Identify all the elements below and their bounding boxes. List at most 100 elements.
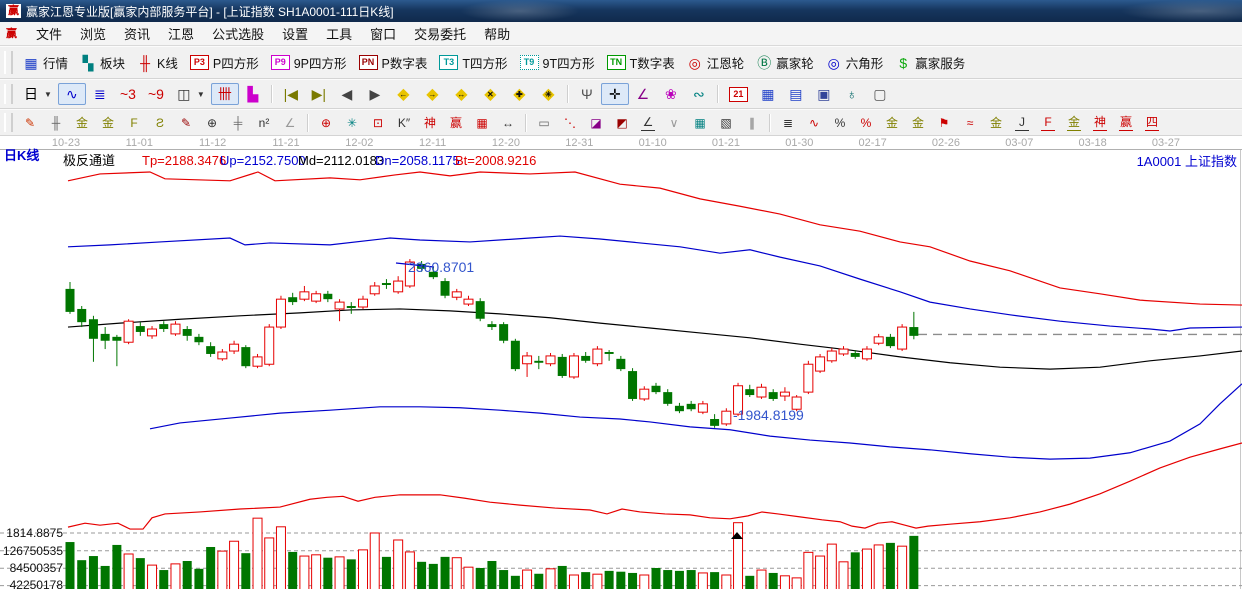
menu-交易委托[interactable]: 交易委托 bbox=[405, 22, 475, 45]
angle-mirror-icon[interactable]: ∠ bbox=[277, 112, 303, 134]
pattern-mark-icon[interactable]: 卌 bbox=[211, 83, 239, 105]
wave-overlay-icon[interactable]: ∿ bbox=[58, 83, 86, 105]
title-bar[interactable]: 赢 赢家江恩专业版[赢家内部服务平台] - [上证指数 SH1A0001-111… bbox=[0, 0, 1242, 22]
k-mark-icon[interactable]: K″ bbox=[391, 112, 417, 134]
menu-窗口[interactable]: 窗口 bbox=[361, 22, 405, 45]
ying-grid-icon[interactable]: 赢 bbox=[443, 112, 469, 134]
menu-设置[interactable]: 设置 bbox=[273, 22, 317, 45]
marker-pen-icon[interactable]: ✎ bbox=[173, 112, 199, 134]
zoom-out-diamond-icon[interactable]: ◆✕ bbox=[476, 83, 505, 106]
gold-circle-icon[interactable]: 金 bbox=[879, 112, 905, 134]
menu-帮助[interactable]: 帮助 bbox=[475, 22, 519, 45]
gann-wheel-button[interactable]: ◎江恩轮 bbox=[681, 50, 751, 75]
hexagon-button[interactable]: ◎六角形 bbox=[820, 50, 890, 75]
calculator-icon[interactable]: ▦ bbox=[754, 83, 782, 105]
star-burst-icon[interactable]: ✳ bbox=[339, 112, 365, 134]
gold-grid-a-icon[interactable]: 金 bbox=[69, 112, 95, 134]
shen-grid-icon[interactable]: 神 bbox=[417, 112, 443, 134]
gold-grid-b-icon[interactable]: 金 bbox=[95, 112, 121, 134]
candle-style-icon[interactable]: ◫▼ bbox=[170, 83, 211, 105]
tick-scale-icon[interactable]: ╪ bbox=[225, 112, 251, 134]
fan-box-icon[interactable]: ◪ bbox=[583, 112, 609, 134]
t-square-button[interactable]: T3T四方形 bbox=[433, 50, 513, 75]
jump-first-icon[interactable]: |◀ bbox=[277, 83, 305, 105]
step-prev-icon[interactable]: ◀ bbox=[333, 83, 361, 105]
shen-angle-icon[interactable]: 神 bbox=[1087, 111, 1113, 134]
cycle-3-icon[interactable]: ~3 bbox=[114, 83, 142, 105]
workstation-icon[interactable]: ▢ bbox=[866, 83, 894, 105]
comb-grid-icon[interactable]: ╫ bbox=[43, 112, 69, 134]
9p-square-button[interactable]: P99P四方形 bbox=[265, 50, 353, 75]
jump-last-icon[interactable]: ▶| bbox=[305, 83, 333, 105]
fan-square-icon[interactable]: ◩ bbox=[609, 112, 635, 134]
gann-box-icon[interactable]: ▭ bbox=[531, 112, 557, 134]
menu-工具[interactable]: 工具 bbox=[317, 22, 361, 45]
span-arrows-icon[interactable]: ↔ bbox=[495, 112, 521, 134]
save-icon[interactable]: ▣ bbox=[810, 83, 838, 105]
toolbar-grip[interactable] bbox=[4, 113, 13, 131]
menu-资讯[interactable]: 资讯 bbox=[115, 22, 159, 45]
pan-right-diamond-icon[interactable]: ◆→ bbox=[418, 83, 447, 106]
period-day-icon[interactable]: 日▼ bbox=[17, 83, 58, 105]
quotes-button[interactable]: ▦行情 bbox=[17, 50, 74, 75]
zoom-all-diamond-icon[interactable]: ◆✳ bbox=[534, 83, 563, 106]
four-angle-icon[interactable]: 四 bbox=[1139, 111, 1165, 134]
winner-services-button[interactable]: $赢家服务 bbox=[889, 50, 971, 75]
fan-lines-icon[interactable]: ⋱ bbox=[557, 112, 583, 134]
grid-arrow-icon[interactable]: ▧ bbox=[713, 112, 739, 134]
zoom-in-diamond-icon[interactable]: ◆✚ bbox=[505, 83, 534, 106]
crosshair-tool-icon[interactable]: ✛ bbox=[601, 83, 629, 105]
period-day-dropdown-icon[interactable]: ▼ bbox=[44, 90, 52, 99]
menu-文件[interactable]: 文件 bbox=[27, 22, 71, 45]
grid-123-icon[interactable]: ▦ bbox=[469, 112, 495, 134]
kline-chart-svg[interactable]: 10-2311-0111-1211-2112-0212-1112-2012-31… bbox=[0, 136, 1242, 589]
gold-line-icon[interactable]: 金 bbox=[983, 112, 1009, 134]
percent-wave-icon[interactable]: ∿ bbox=[801, 112, 827, 134]
kline-button[interactable]: ╫K线 bbox=[131, 50, 184, 75]
winner-wheel-button[interactable]: Ⓑ赢家轮 bbox=[750, 50, 820, 75]
volume-profile-icon[interactable]: ▙ bbox=[239, 83, 267, 105]
sectors-button[interactable]: ▚板块 bbox=[74, 50, 131, 75]
spiral-grid-icon[interactable]: Ƨ bbox=[147, 112, 173, 134]
step-next-icon[interactable]: ▶ bbox=[361, 83, 389, 105]
percent-icon[interactable]: % bbox=[827, 112, 853, 134]
ying-angle-icon[interactable]: 赢 bbox=[1113, 111, 1139, 134]
circle-cross-icon[interactable]: ⊕ bbox=[313, 112, 339, 134]
p-square-button[interactable]: P3P四方形 bbox=[184, 50, 265, 75]
indicator-name-label[interactable]: 极反通道 bbox=[63, 153, 115, 168]
info-panel-icon[interactable]: ≣ bbox=[86, 83, 114, 105]
angle-measure-icon[interactable]: ∠ bbox=[629, 83, 657, 105]
t-number-table-button[interactable]: TNT数字表 bbox=[601, 50, 681, 75]
menu-江恩[interactable]: 江恩 bbox=[159, 22, 203, 45]
gold-bars-icon[interactable]: 金 bbox=[905, 112, 931, 134]
parallel-lines-icon[interactable]: ∥ bbox=[739, 112, 765, 134]
menu-公式选股[interactable]: 公式选股 bbox=[203, 22, 273, 45]
toolbar-grip[interactable] bbox=[4, 51, 13, 74]
hand-tool-icon[interactable]: Ψ bbox=[573, 83, 601, 105]
toolbar-grip[interactable] bbox=[4, 84, 13, 105]
compass-dial-icon[interactable]: ⊕ bbox=[199, 112, 225, 134]
f-grid-icon[interactable]: F bbox=[121, 112, 147, 134]
j-angle-icon[interactable]: J bbox=[1009, 111, 1035, 134]
pan-left-diamond-icon[interactable]: ◆← bbox=[389, 83, 418, 106]
dense-grid-icon[interactable]: ▦ bbox=[687, 112, 713, 134]
wave-band-icon[interactable]: ≈ bbox=[957, 112, 983, 134]
flag-pen-icon[interactable]: ⚑ bbox=[931, 112, 957, 134]
zoom-h-diamond-icon[interactable]: ◆↔ bbox=[447, 83, 476, 106]
9t-square-button[interactable]: T99T四方形 bbox=[514, 50, 601, 75]
gold-angle-icon[interactable]: 金 bbox=[1061, 111, 1087, 134]
candle-style-dropdown-icon[interactable]: ▼ bbox=[197, 90, 205, 99]
trend-angle-icon[interactable]: ∠ bbox=[635, 111, 661, 134]
menu-浏览[interactable]: 浏览 bbox=[71, 22, 115, 45]
pen-tool-icon[interactable]: ✎ bbox=[17, 112, 43, 134]
rose-tool-icon[interactable]: ❀ bbox=[657, 83, 685, 105]
f-angle-icon[interactable]: F bbox=[1035, 111, 1061, 134]
square-target-icon[interactable]: ⊡ bbox=[365, 112, 391, 134]
v-line-icon[interactable]: ∨ bbox=[661, 112, 687, 134]
n-squared-icon[interactable]: n² bbox=[251, 112, 277, 134]
percent-lines-icon[interactable]: % bbox=[853, 112, 879, 134]
price-ladder-icon[interactable]: ≣ bbox=[775, 112, 801, 134]
calendar-icon[interactable]: 21 bbox=[723, 84, 754, 105]
cycle-9-icon[interactable]: ~9 bbox=[142, 83, 170, 105]
notes-icon[interactable]: ▤ bbox=[782, 83, 810, 105]
